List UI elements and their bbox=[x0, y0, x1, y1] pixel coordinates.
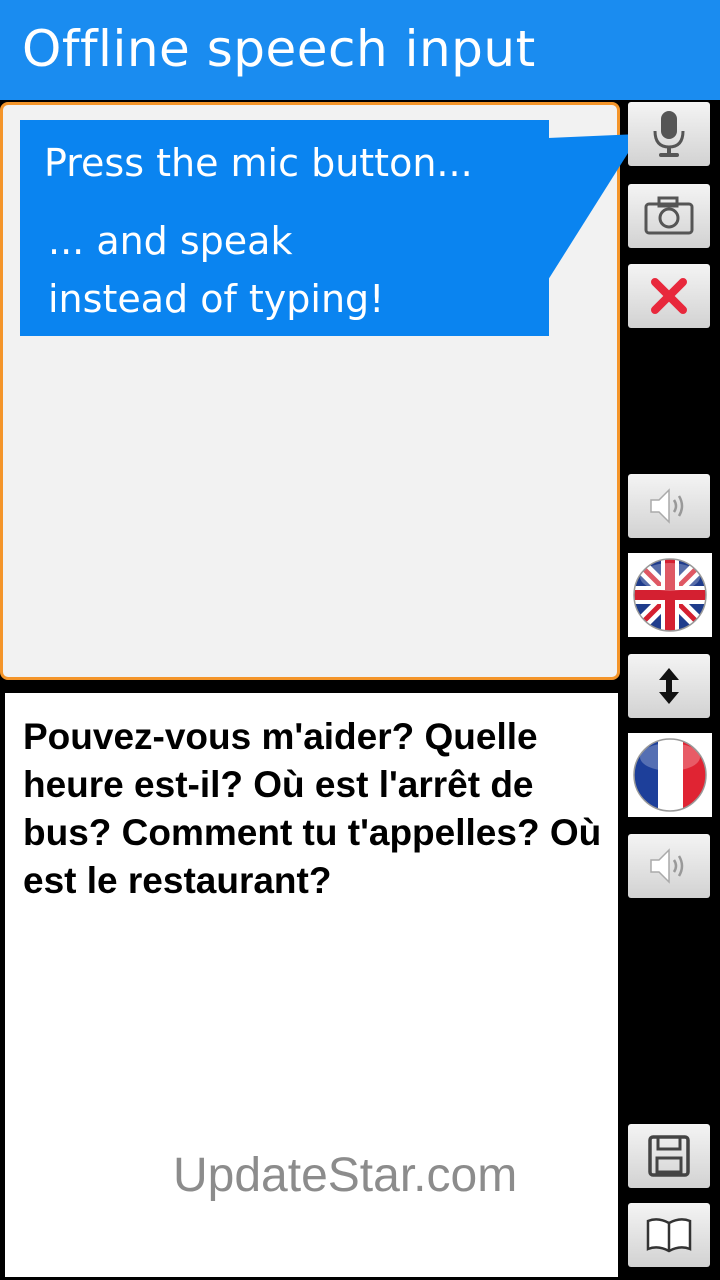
watermark: UpdateStar.com bbox=[173, 1149, 518, 1202]
speak-target-button[interactable] bbox=[628, 834, 710, 898]
hint-line-2: ... and speak instead of typing! bbox=[48, 212, 384, 328]
france-flag-icon bbox=[633, 738, 707, 812]
clear-button[interactable] bbox=[628, 264, 710, 328]
phrasebook-button[interactable] bbox=[628, 1203, 710, 1267]
close-icon bbox=[651, 278, 687, 314]
source-language-button[interactable] bbox=[628, 553, 712, 637]
target-language-button[interactable] bbox=[628, 733, 712, 817]
swap-languages-button[interactable] bbox=[628, 654, 710, 718]
app-title: Offline speech input bbox=[22, 20, 536, 78]
camera-icon bbox=[644, 196, 694, 235]
speak-source-button[interactable] bbox=[628, 474, 710, 538]
translation-text: Pouvez-vous m'aider? Quelle heure est-il… bbox=[23, 716, 602, 901]
speaker-icon bbox=[650, 848, 684, 884]
uk-flag-icon bbox=[633, 558, 707, 632]
microphone-icon bbox=[653, 111, 685, 157]
title-bar: Offline speech input bbox=[0, 0, 720, 100]
hint-callout: Press the mic button... ... and speak in… bbox=[20, 120, 549, 336]
book-icon bbox=[646, 1218, 692, 1253]
speaker-icon bbox=[650, 488, 684, 524]
hint-line-2b: instead of typing! bbox=[48, 277, 385, 321]
hint-line-2a: ... and speak bbox=[48, 219, 293, 263]
floppy-disk-icon bbox=[648, 1135, 690, 1177]
camera-button[interactable] bbox=[628, 184, 710, 248]
save-button[interactable] bbox=[628, 1124, 710, 1188]
translation-area[interactable]: Pouvez-vous m'aider? Quelle heure est-il… bbox=[5, 693, 618, 1277]
hint-line-1: Press the mic button... bbox=[44, 141, 473, 185]
mic-button[interactable] bbox=[628, 102, 710, 166]
swap-vertical-icon bbox=[659, 668, 679, 704]
